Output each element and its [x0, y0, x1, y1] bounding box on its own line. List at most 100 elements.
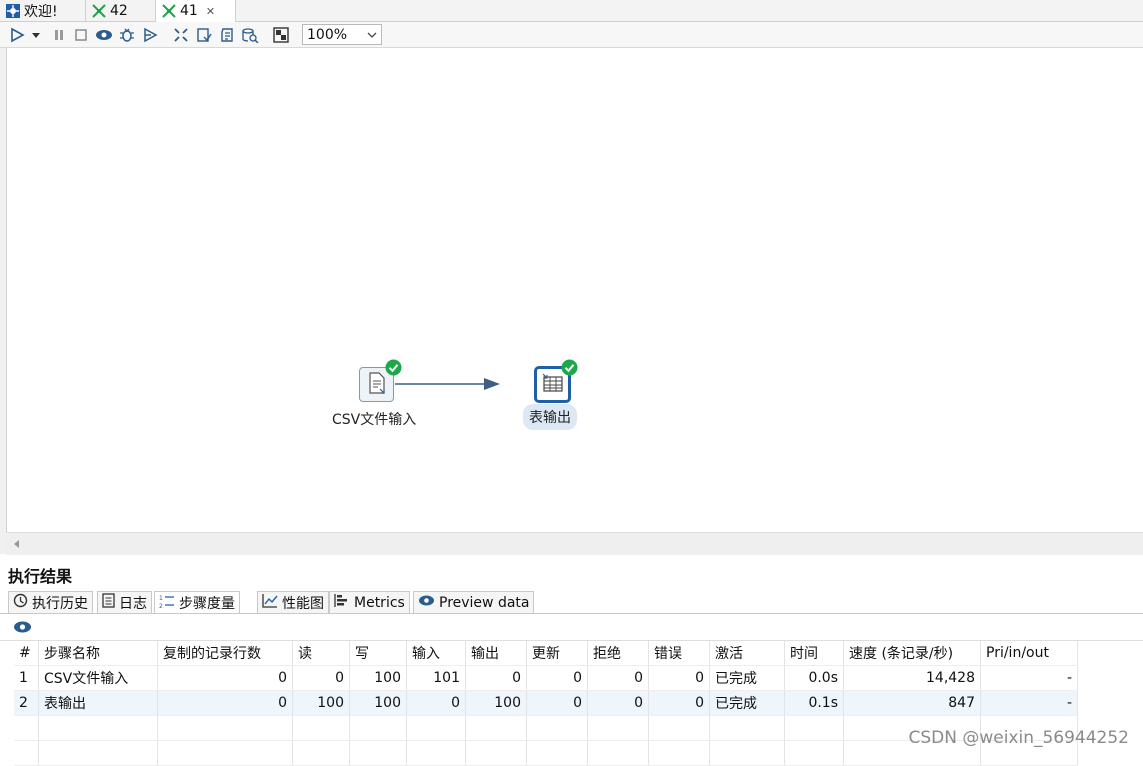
- tab-history[interactable]: 执行历史: [8, 591, 93, 613]
- check-icon[interactable]: [172, 26, 190, 43]
- read-cell: 100: [292, 690, 350, 716]
- column-header[interactable]: #: [14, 641, 39, 666]
- results-toolbar: [0, 614, 1143, 641]
- hop-arrow-icon: [484, 378, 500, 390]
- tab-transformation-41[interactable]: 41 ✕: [156, 0, 236, 22]
- editor-tab-bar: 欢迎! 42 41 ✕: [0, 0, 1143, 22]
- zoom-value: 100%: [307, 26, 348, 43]
- tab-label: Metrics: [354, 594, 405, 611]
- column-header[interactable]: 时间: [784, 641, 844, 666]
- rejected-cell: 0: [587, 665, 649, 691]
- errors-cell: 0: [648, 665, 710, 691]
- column-header[interactable]: 复制的记录行数: [157, 641, 293, 666]
- impact-icon[interactable]: [195, 26, 213, 43]
- table-row[interactable]: 1 CSV文件输入 0 0 100 101 0 0 0 0 已完成 0.0s 1…: [14, 665, 1078, 691]
- tab-label: 执行历史: [32, 595, 88, 612]
- input-cell: 0: [406, 690, 466, 716]
- tab-label: 步骤度量: [179, 595, 235, 612]
- svg-text:2: 2: [159, 603, 163, 609]
- column-header[interactable]: 步骤名称: [38, 641, 158, 666]
- step-label[interactable]: CSV文件输入: [332, 409, 416, 429]
- zoom-select[interactable]: 100%: [302, 24, 382, 45]
- step-name-cell: 表输出: [38, 690, 158, 716]
- transformation-canvas[interactable]: CSV文件输入 表输出: [6, 48, 1143, 532]
- sql-icon[interactable]: [218, 26, 236, 43]
- replay-icon[interactable]: [141, 26, 159, 43]
- run-dropdown-icon[interactable]: [30, 26, 42, 43]
- history-icon: [13, 593, 28, 612]
- transformation-toolbar: 100%: [0, 22, 1143, 48]
- column-header[interactable]: 更新: [526, 641, 588, 666]
- welcome-icon: [6, 3, 20, 18]
- written-cell: 100: [349, 690, 407, 716]
- output-cell: 0: [465, 665, 527, 691]
- output-cell: 100: [465, 690, 527, 716]
- status-cell: 已完成: [709, 690, 785, 716]
- column-header[interactable]: 输出: [465, 641, 527, 666]
- metrics-icon: [334, 593, 350, 612]
- close-icon[interactable]: ✕: [206, 5, 215, 18]
- step-metrics-icon: 12: [159, 593, 175, 613]
- speed-cell: 14,428: [843, 665, 981, 691]
- rejected-cell: 0: [587, 690, 649, 716]
- run-icon[interactable]: [8, 26, 26, 43]
- column-header[interactable]: 写: [349, 641, 407, 666]
- time-cell: 0.0s: [784, 665, 844, 691]
- column-header[interactable]: 拒绝: [587, 641, 649, 666]
- pause-icon[interactable]: [50, 26, 68, 43]
- scroll-left-icon[interactable]: [12, 538, 20, 553]
- column-header[interactable]: 激活: [709, 641, 785, 666]
- success-check-icon: [561, 359, 578, 380]
- column-header[interactable]: Pri/in/out: [980, 641, 1078, 666]
- transformation-icon: [92, 3, 106, 18]
- read-cell: 0: [292, 665, 350, 691]
- step-label[interactable]: 表输出: [523, 404, 577, 430]
- tab-label: Preview data: [439, 594, 530, 611]
- tab-transformation-42[interactable]: 42: [86, 0, 156, 21]
- priority-cell: -: [980, 690, 1078, 716]
- chevron-down-icon: [367, 27, 377, 43]
- preview-icon[interactable]: [13, 620, 32, 638]
- table-row[interactable]: 2 表输出 0 100 100 0 100 0 0 0 已完成 0.1s 847…: [14, 690, 1078, 716]
- updated-cell: 0: [526, 690, 588, 716]
- debug-icon[interactable]: [118, 26, 136, 43]
- svg-text:1: 1: [159, 595, 163, 602]
- preview-data-icon: [418, 594, 435, 611]
- transformation-icon: [162, 4, 176, 18]
- results-tab-bar: 执行历史 日志 12 步骤度量 性能图 Metrics Preview data: [0, 590, 1143, 614]
- csv-input-icon: [367, 371, 387, 398]
- speed-cell: 847: [843, 690, 981, 716]
- tab-performance[interactable]: 性能图: [257, 591, 329, 613]
- input-cell: 101: [406, 665, 466, 691]
- tab-step-metrics[interactable]: 12 步骤度量: [154, 591, 240, 613]
- tab-label: 41: [180, 3, 198, 19]
- stop-icon[interactable]: [72, 26, 90, 43]
- tab-label: 性能图: [282, 595, 324, 612]
- column-header[interactable]: 读: [292, 641, 350, 666]
- column-header[interactable]: 输入: [406, 641, 466, 666]
- tab-log[interactable]: 日志: [97, 591, 152, 613]
- row-index-cell: 1: [14, 665, 39, 691]
- preview-icon[interactable]: [95, 26, 113, 43]
- performance-icon: [262, 593, 278, 612]
- explore-db-icon[interactable]: [241, 26, 259, 43]
- table-header-row: # 步骤名称 复制的记录行数 读 写 输入 输出 更新 拒绝 错误 激活 时间 …: [14, 641, 1078, 666]
- priority-cell: -: [980, 665, 1078, 691]
- copies-cell: 0: [157, 665, 293, 691]
- updated-cell: 0: [526, 665, 588, 691]
- show-results-icon[interactable]: [272, 26, 290, 43]
- tab-label: 42: [110, 2, 128, 19]
- errors-cell: 0: [648, 690, 710, 716]
- time-cell: 0.1s: [784, 690, 844, 716]
- tab-preview-data[interactable]: Preview data: [413, 591, 535, 613]
- tab-welcome[interactable]: 欢迎!: [0, 0, 86, 21]
- copies-cell: 0: [157, 690, 293, 716]
- tab-metrics[interactable]: Metrics: [329, 591, 410, 613]
- row-index-cell: 2: [14, 690, 39, 716]
- horizontal-scrollbar[interactable]: [6, 532, 1143, 555]
- column-header[interactable]: 速度 (条记录/秒): [843, 641, 981, 666]
- status-cell: 已完成: [709, 665, 785, 691]
- watermark: CSDN @weixin_56944252: [908, 728, 1129, 748]
- success-check-icon: [385, 359, 402, 380]
- column-header[interactable]: 错误: [648, 641, 710, 666]
